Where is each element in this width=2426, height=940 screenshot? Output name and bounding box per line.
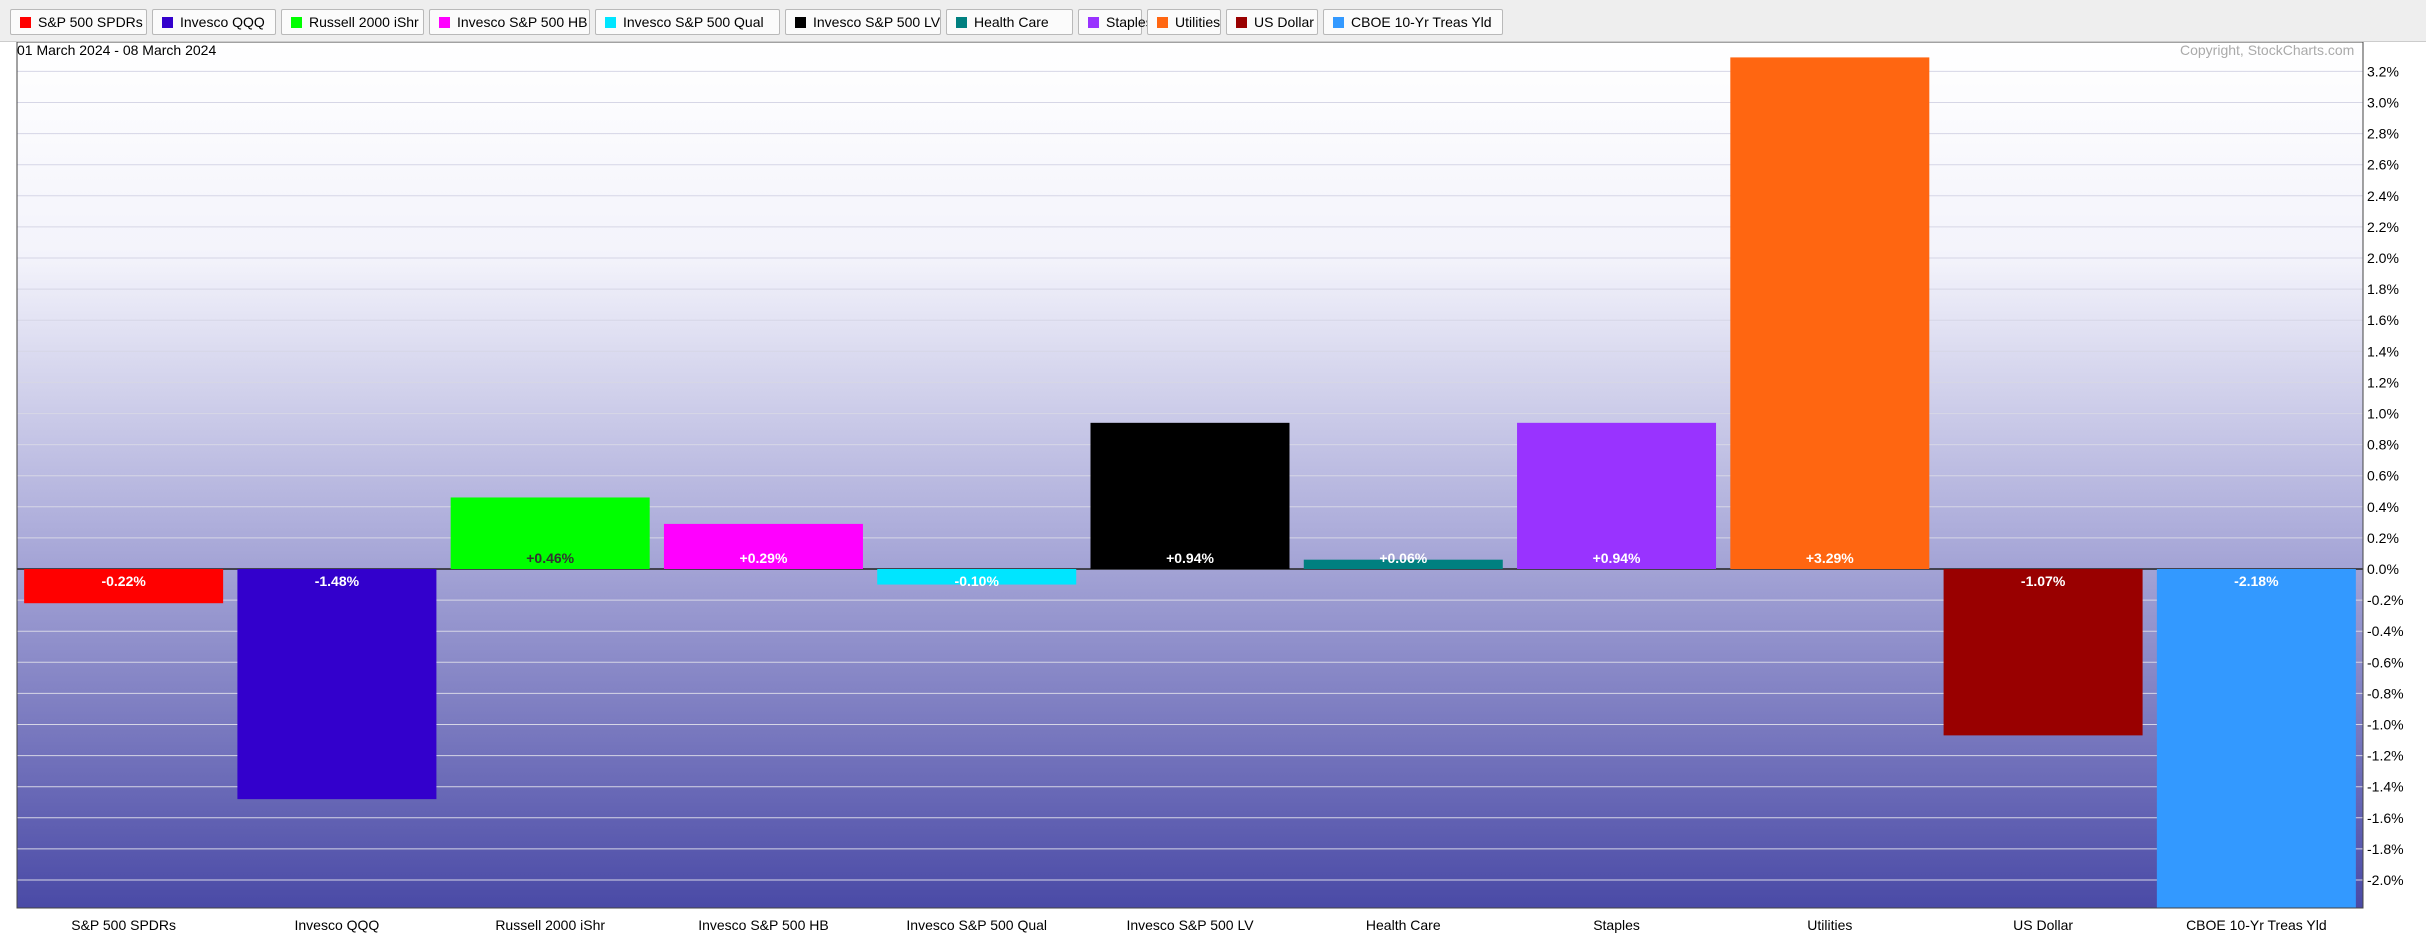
legend-label: Russell 2000 iShr	[309, 14, 419, 30]
x-tick-label: Russell 2000 iShr	[495, 917, 605, 933]
data-label: -1.07%	[2021, 573, 2066, 589]
data-label: -0.10%	[955, 573, 1000, 589]
y-tick-label: -1.2%	[2367, 748, 2404, 764]
y-tick-label: 2.6%	[2367, 157, 2399, 173]
x-tick-label: Invesco S&P 500 HB	[698, 917, 828, 933]
y-tick-label: -1.6%	[2367, 810, 2404, 826]
data-label: +0.29%	[740, 550, 788, 566]
x-tick-label: Utilities	[1807, 917, 1852, 933]
x-tick-label: Health Care	[1366, 917, 1441, 933]
legend-item[interactable]: Invesco S&P 500 Qual	[595, 9, 780, 35]
legend-swatch	[439, 17, 450, 28]
bar	[237, 569, 437, 800]
x-tick-label: Invesco QQQ	[295, 917, 380, 933]
y-tick-label: 2.4%	[2367, 188, 2399, 204]
bar	[2156, 569, 2356, 908]
y-tick-label: 1.4%	[2367, 343, 2399, 359]
legend-swatch	[1333, 17, 1344, 28]
legend-label: Utilities	[1175, 14, 1221, 30]
data-label: +0.46%	[526, 550, 574, 566]
legend-label: Invesco QQQ	[180, 14, 265, 30]
legend-item[interactable]: Health Care	[946, 9, 1073, 35]
x-tick-label: US Dollar	[2013, 917, 2073, 933]
legend: S&P 500 SPDRs Invesco QQQ Russell 2000 iSh…	[0, 0, 2426, 42]
bar	[1730, 57, 1930, 569]
x-tick-label: S&P 500 SPDRs	[71, 917, 176, 933]
data-label: +0.06%	[1379, 550, 1427, 566]
legend-item[interactable]: Invesco S&P 500 LV	[785, 9, 941, 35]
y-tick-label: 2.2%	[2367, 219, 2399, 235]
legend-item[interactable]: US Dollar	[1226, 9, 1318, 35]
y-tick-label: 0.0%	[2367, 561, 2399, 577]
data-label: +0.94%	[1593, 550, 1641, 566]
performance-bar-chart: -0.22% -1.48% +0.46% +0.29% -0.10% +0.94% +0.0…	[16, 42, 2404, 933]
legend-item[interactable]: CBOE 10-Yr Treas Yld	[1323, 9, 1503, 35]
data-label: +3.29%	[1806, 550, 1854, 566]
legend-item[interactable]: Utilities	[1147, 9, 1221, 35]
y-tick-label: 3.0%	[2367, 95, 2399, 111]
legend-item[interactable]: Russell 2000 iShr	[281, 9, 424, 35]
data-label: -2.18%	[2234, 573, 2279, 589]
legend-label: Invesco S&P 500 HB	[457, 14, 588, 30]
legend-label: Health Care	[974, 14, 1049, 30]
legend-item[interactable]: S&P 500 SPDRs	[10, 9, 147, 35]
legend-label: Invesco S&P 500 Qual	[623, 14, 764, 30]
data-label: -0.22%	[101, 573, 146, 589]
y-tick-label: -1.0%	[2367, 717, 2404, 733]
legend-swatch	[795, 17, 806, 28]
y-tick-label: 1.8%	[2367, 281, 2399, 297]
y-tick-label: 1.2%	[2367, 374, 2399, 390]
legend-item[interactable]: Invesco QQQ	[152, 9, 276, 35]
x-tick-label: Invesco S&P 500 Qual	[906, 917, 1047, 933]
y-tick-label: 1.6%	[2367, 312, 2399, 328]
legend-swatch	[1088, 17, 1099, 28]
y-tick-label: 0.4%	[2367, 499, 2399, 515]
legend-swatch	[605, 17, 616, 28]
y-tick-label: -0.8%	[2367, 685, 2404, 701]
x-tick-label: CBOE 10-Yr Treas Yld	[2186, 917, 2327, 933]
legend-swatch	[20, 17, 31, 28]
copyright: Copyright, StockCharts.com	[2180, 42, 2355, 58]
y-tick-label: 0.6%	[2367, 468, 2399, 484]
y-tick-label: 2.0%	[2367, 250, 2399, 266]
legend-item[interactable]: Staples	[1078, 9, 1153, 35]
y-tick-label: -0.2%	[2367, 592, 2404, 608]
y-tick-label: -0.6%	[2367, 654, 2404, 670]
legend-label: Staples	[1106, 14, 1153, 30]
legend-label: US Dollar	[1254, 14, 1314, 30]
legend-label: Invesco S&P 500 LV	[813, 14, 941, 30]
legend-swatch	[1157, 17, 1168, 28]
bar	[1517, 422, 1717, 569]
legend-swatch	[1236, 17, 1247, 28]
legend-item[interactable]: Invesco S&P 500 HB	[429, 9, 590, 35]
x-tick-label: Staples	[1593, 917, 1640, 933]
legend-swatch	[956, 17, 967, 28]
y-tick-label: 0.8%	[2367, 437, 2399, 453]
y-tick-label: -1.8%	[2367, 841, 2404, 857]
date-range: 01 March 2024 - 08 March 2024	[17, 42, 217, 58]
y-tick-label: 1.0%	[2367, 406, 2399, 422]
bar	[1090, 422, 1290, 569]
y-tick-label: 0.2%	[2367, 530, 2399, 546]
legend-label: CBOE 10-Yr Treas Yld	[1351, 14, 1492, 30]
y-tick-label: -2.0%	[2367, 872, 2404, 888]
data-label: -1.48%	[315, 573, 360, 589]
legend-swatch	[291, 17, 302, 28]
legend-swatch	[162, 17, 173, 28]
x-tick-label: Invesco S&P 500 LV	[1126, 917, 1254, 933]
y-tick-label: -1.4%	[2367, 779, 2404, 795]
data-label: +0.94%	[1166, 550, 1214, 566]
bar	[1943, 569, 2143, 736]
legend-label: S&P 500 SPDRs	[38, 14, 143, 30]
y-tick-label: 2.8%	[2367, 126, 2399, 142]
y-tick-label: -0.4%	[2367, 623, 2404, 639]
y-tick-label: 3.2%	[2367, 63, 2399, 79]
